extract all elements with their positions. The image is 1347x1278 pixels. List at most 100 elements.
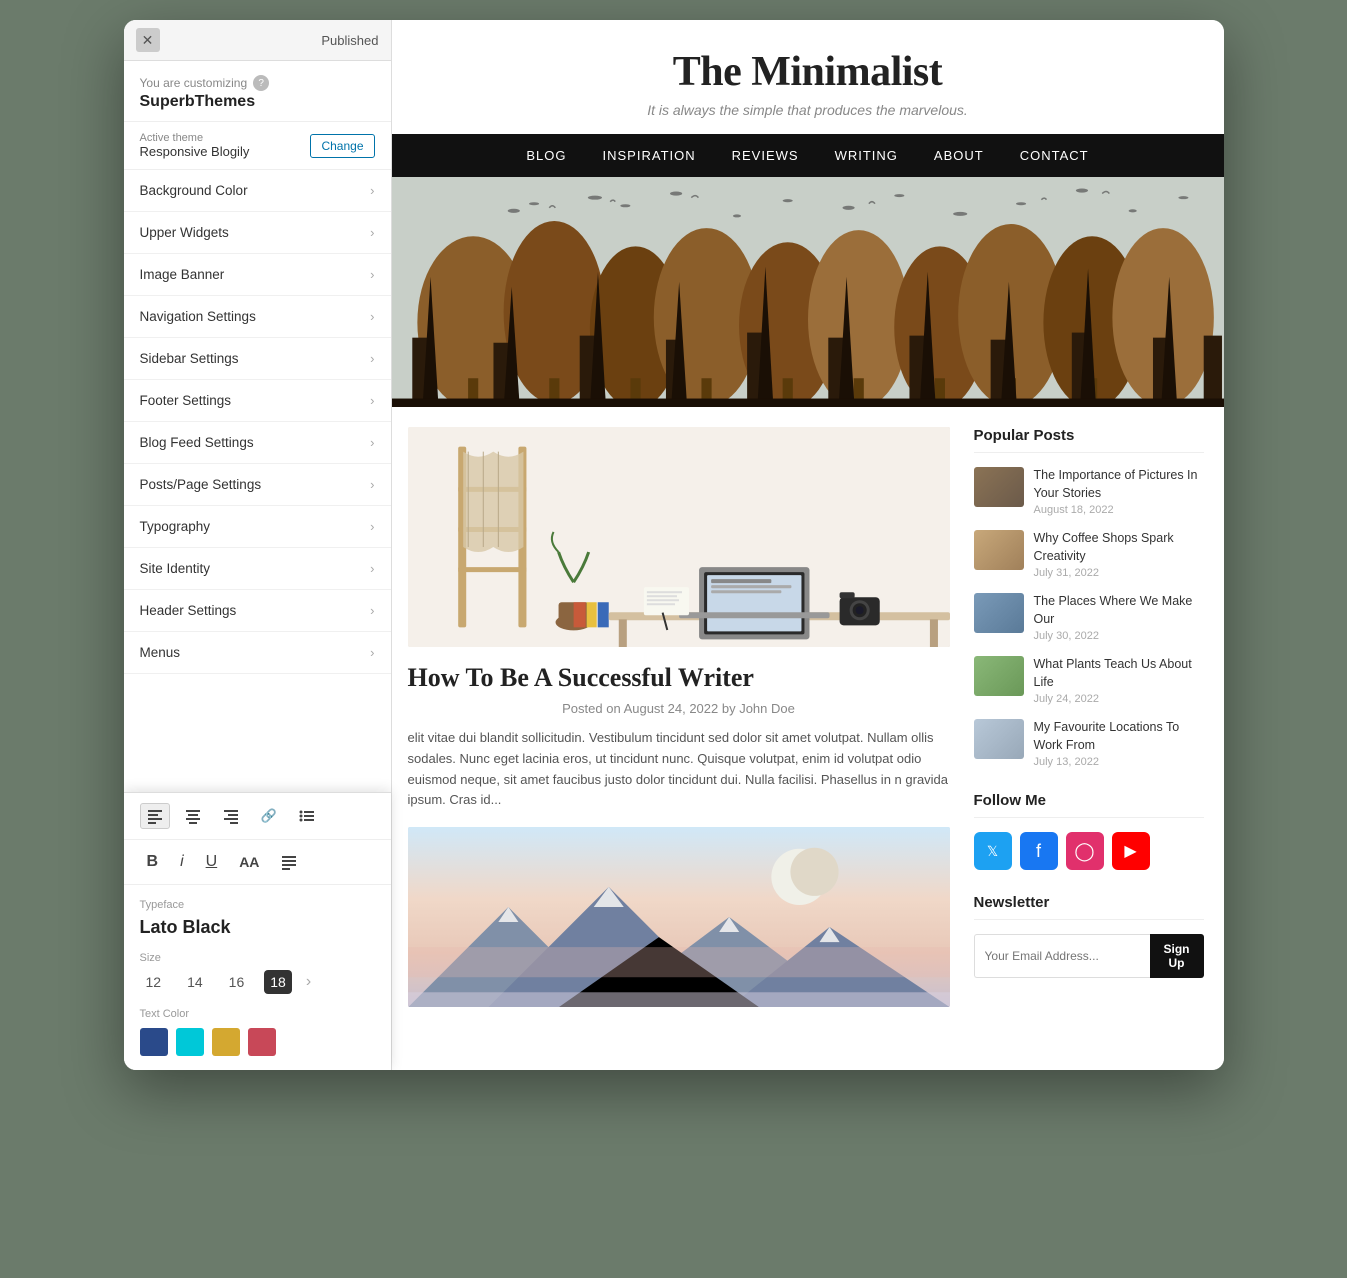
menu-item-footer-settings[interactable]: Footer Settings›	[124, 380, 391, 422]
popular-post-item[interactable]: The Places Where We Make Our July 30, 20…	[974, 593, 1204, 642]
post-info: My Favourite Locations To Work From July…	[1034, 719, 1204, 768]
chevron-right-icon: ›	[370, 225, 374, 240]
post-item-title: Why Coffee Shops Spark Creativity	[1034, 530, 1204, 565]
social-icon-instagram[interactable]: ◯	[1066, 832, 1104, 870]
align-left-button[interactable]	[140, 803, 170, 829]
menu-item-posts-page-settings[interactable]: Posts/Page Settings ›	[124, 464, 391, 506]
post-thumbnail	[974, 593, 1024, 633]
align-right-button[interactable]	[216, 803, 246, 829]
menu-item-label: Posts/Page Settings	[140, 477, 262, 492]
help-icon[interactable]: ?	[253, 75, 269, 91]
chevron-right-icon: ›	[370, 603, 374, 618]
typography-toolbar-1: 🔗	[124, 793, 391, 840]
blog-subtitle: It is always the simple that produces th…	[412, 102, 1204, 118]
post-item-title: The Places Where We Make Our	[1034, 593, 1204, 628]
active-theme-row: Active theme Responsive Blogily Change	[124, 122, 391, 170]
blog-title: The Minimalist	[412, 48, 1204, 96]
text-color-label: Text Color	[140, 1008, 375, 1020]
font-size-aa-button[interactable]: AA	[232, 849, 266, 875]
post-item-date: July 31, 2022	[1034, 567, 1204, 579]
menu-item-label: Typography	[140, 519, 211, 534]
newsletter-input[interactable]	[974, 934, 1150, 978]
post-info: The Places Where We Make Our July 30, 20…	[1034, 593, 1204, 642]
size-label: Size	[140, 952, 375, 964]
nav-item-about[interactable]: ABOUT	[934, 148, 984, 163]
italic-button[interactable]: i	[173, 848, 191, 876]
social-icons: 𝕏f◯▶	[974, 832, 1204, 870]
post-image	[408, 427, 950, 647]
typography-body: Typeface Lato Black Size 12 14 16 18 › Text …	[124, 885, 391, 1070]
nav-item-writing[interactable]: WRITING	[835, 148, 898, 163]
second-post-image	[408, 827, 950, 1007]
menu-item-navigation-settings[interactable]: Navigation Settings ›	[124, 296, 391, 338]
menu-item-label: Footer Settings	[140, 393, 232, 408]
menu-item-blog-feed-settings[interactable]: Blog Feed Settings›	[124, 422, 391, 464]
menu-item-site-identity[interactable]: Site Identity ›	[124, 548, 391, 590]
underline-button[interactable]: U	[199, 848, 225, 876]
post-info: Why Coffee Shops Spark Creativity July 3…	[1034, 530, 1204, 579]
panel-header: ✕ Published	[124, 20, 391, 61]
size-option-12[interactable]: 12	[140, 970, 168, 994]
post-thumbnail	[974, 530, 1024, 570]
post-thumbnail	[974, 719, 1024, 759]
menu-item-sidebar-settings[interactable]: Sidebar Settings ›	[124, 338, 391, 380]
bold-button[interactable]: B	[140, 848, 166, 876]
menu-item-typography[interactable]: Typography ›	[124, 506, 391, 548]
color-swatch-2[interactable]	[212, 1028, 240, 1056]
nav-item-reviews[interactable]: REVIEWS	[732, 148, 799, 163]
popular-post-item[interactable]: My Favourite Locations To Work From July…	[974, 719, 1204, 768]
post-info: What Plants Teach Us About Life July 24,…	[1034, 656, 1204, 705]
change-theme-button[interactable]: Change	[310, 134, 374, 158]
chevron-right-icon: ›	[370, 519, 374, 534]
nav-item-blog[interactable]: BLOG	[526, 148, 566, 163]
menu-item-label: Upper Widgets	[140, 225, 229, 240]
sidebar: Popular Posts The Importance of Pictures…	[974, 427, 1204, 1007]
size-option-16[interactable]: 16	[223, 970, 251, 994]
menu-item-label: Sidebar Settings	[140, 351, 239, 366]
post-item-title: The Importance of Pictures In Your Stori…	[1034, 467, 1204, 502]
chevron-right-icon: ›	[370, 561, 374, 576]
typography-toolbar-2: B i U AA	[124, 840, 391, 885]
menu-item-label: Site Identity	[140, 561, 211, 576]
popular-post-item[interactable]: Why Coffee Shops Spark Creativity July 3…	[974, 530, 1204, 579]
nav-item-contact[interactable]: CONTACT	[1020, 148, 1089, 163]
customizer-panel: ✕ Published You are customizing ? Superb…	[124, 20, 392, 1070]
color-swatches	[140, 1028, 375, 1056]
list-button[interactable]	[292, 803, 322, 829]
size-option-18[interactable]: 18	[264, 970, 292, 994]
menu-item-header-settings[interactable]: Header Settings›	[124, 590, 391, 632]
newsletter-submit-button[interactable]: Sign Up	[1150, 934, 1204, 978]
chevron-right-icon: ›	[370, 477, 374, 492]
social-icon-twitter[interactable]: 𝕏	[974, 832, 1012, 870]
follow-section: Follow Me 𝕏f◯▶	[974, 792, 1204, 870]
menu-item-background-color[interactable]: Background Color›	[124, 170, 391, 212]
align-center-button[interactable]	[178, 803, 208, 829]
chevron-right-icon: ›	[370, 351, 374, 366]
menu-item-image-banner[interactable]: Image Banner›	[124, 254, 391, 296]
published-badge: Published	[321, 33, 378, 48]
popular-posts-section: Popular Posts The Importance of Pictures…	[974, 427, 1204, 768]
menu-item-menus[interactable]: Menus›	[124, 632, 391, 674]
social-icon-youtube[interactable]: ▶	[1112, 832, 1150, 870]
newsletter-title: Newsletter	[974, 894, 1204, 920]
blog-nav: BLOG INSPIRATION REVIEWS WRITING ABOUT CONTAC…	[392, 134, 1224, 177]
post-item-date: July 24, 2022	[1034, 693, 1204, 705]
link-button[interactable]: 🔗	[254, 803, 284, 829]
close-button[interactable]: ✕	[136, 28, 160, 52]
color-swatch-3[interactable]	[248, 1028, 276, 1056]
size-option-14[interactable]: 14	[181, 970, 209, 994]
popular-post-item[interactable]: The Importance of Pictures In Your Stori…	[974, 467, 1204, 516]
paragraph-button[interactable]	[274, 849, 304, 875]
typeface-label: Typeface	[140, 899, 375, 911]
typeface-name: Lato Black	[140, 917, 375, 938]
color-swatch-0[interactable]	[140, 1028, 168, 1056]
menu-item-label: Background Color	[140, 183, 248, 198]
nav-item-inspiration[interactable]: INSPIRATION	[603, 148, 696, 163]
size-more-button[interactable]: ›	[306, 973, 311, 991]
popular-post-item[interactable]: What Plants Teach Us About Life July 24,…	[974, 656, 1204, 705]
menu-item-label: Navigation Settings	[140, 309, 256, 324]
color-swatch-1[interactable]	[176, 1028, 204, 1056]
chevron-right-icon: ›	[370, 309, 374, 324]
menu-item-upper-widgets[interactable]: Upper Widgets ›	[124, 212, 391, 254]
social-icon-facebook[interactable]: f	[1020, 832, 1058, 870]
